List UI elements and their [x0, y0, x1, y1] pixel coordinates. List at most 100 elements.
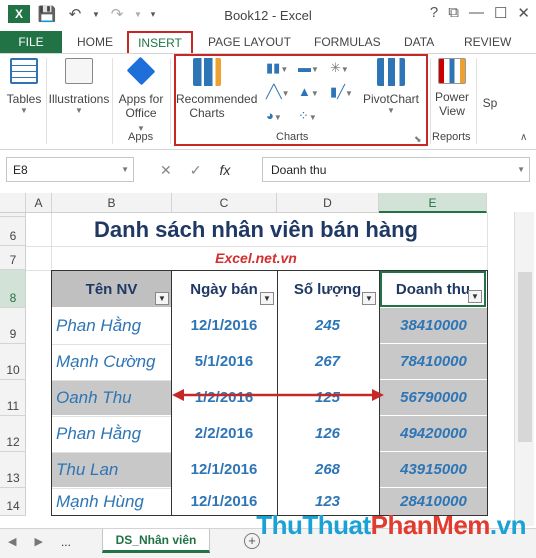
group-label-apps: Apps — [128, 131, 154, 143]
row-header-14[interactable]: 14 — [0, 488, 26, 516]
cell-ngay-ban[interactable]: 12/1/2016 — [172, 308, 276, 343]
tab-insert[interactable]: INSERT — [127, 31, 193, 54]
tab-page-layout[interactable]: PAGE LAYOUT — [208, 33, 291, 53]
cell-so-luong[interactable]: 245 — [277, 308, 378, 343]
cell-so-luong[interactable]: 267 — [277, 344, 378, 379]
row-header-9[interactable]: 9 — [0, 308, 26, 344]
cancel-icon[interactable]: ✕ — [160, 162, 172, 179]
row-header-12[interactable]: 12 — [0, 416, 26, 452]
worksheet-grid[interactable]: A B C D E 6 7 8 9 10 11 12 13 14 Danh sá… — [0, 193, 536, 528]
cell-doanh-thu[interactable]: 56790000 — [380, 380, 487, 415]
cell-ten-nv[interactable]: Oanh Thu — [52, 380, 171, 415]
close-button[interactable]: ✕ — [517, 4, 530, 22]
power-view-icon — [438, 58, 466, 84]
sheet-subtitle: Excel.net.vn — [215, 250, 297, 266]
sheet-navigation: ◀ ▶ ... — [8, 535, 71, 549]
cell-ten-nv[interactable]: Mạnh Hùng — [52, 488, 171, 515]
cell-ngay-ban[interactable]: 5/1/2016 — [172, 344, 276, 379]
ribbon-divider — [430, 58, 431, 144]
formula-bar: E8 ▼ ✕ ✓ fx Doanh thu ▼ — [0, 156, 536, 184]
enter-icon[interactable]: ✓ — [190, 162, 202, 179]
cell-so-luong[interactable]: 126 — [277, 416, 378, 451]
tab-home[interactable]: HOME — [77, 33, 113, 53]
name-box[interactable]: E8 ▼ — [6, 157, 134, 182]
sparklines-button[interactable]: Sp — [480, 96, 500, 110]
cell-ngay-ban[interactable]: 12/1/2016 — [172, 452, 276, 487]
tab-data[interactable]: DATA — [404, 33, 434, 53]
cell-ngay-ban[interactable]: 2/2/2016 — [172, 416, 276, 451]
double-arrow-icon — [172, 389, 384, 401]
grid-line — [26, 246, 487, 247]
column-header-e[interactable]: E — [379, 193, 487, 213]
apps-icon — [126, 56, 156, 86]
ribbon-divider — [170, 58, 171, 144]
filter-dropdown-icon[interactable]: ▼ — [362, 292, 376, 305]
cell-doanh-thu[interactable]: 43915000 — [380, 452, 487, 487]
collapse-ribbon-icon[interactable]: ∧ — [520, 132, 527, 143]
row-header-13[interactable]: 13 — [0, 452, 26, 488]
help-button[interactable]: ? — [430, 4, 438, 22]
insert-function-icon[interactable]: fx — [219, 162, 230, 178]
column-header-b[interactable]: B — [52, 193, 172, 213]
header-doanh-thu[interactable]: Doanh thu ▼ — [380, 271, 486, 307]
row-header-10[interactable]: 10 — [0, 344, 26, 380]
cell-doanh-thu[interactable]: 38410000 — [380, 308, 487, 343]
header-ngay-ban[interactable]: Ngày bán ▼ — [172, 271, 276, 307]
chevron-down-icon[interactable]: ▼ — [121, 165, 129, 174]
cell-ten-nv[interactable]: Thu Lan — [52, 452, 171, 487]
cell-doanh-thu[interactable]: 78410000 — [380, 344, 487, 379]
power-view-button[interactable]: Power View — [432, 56, 472, 118]
group-label-reports: Reports — [432, 131, 471, 143]
filter-dropdown-icon[interactable]: ▼ — [155, 292, 169, 305]
next-sheet-icon[interactable]: ▶ — [34, 535, 42, 549]
header-so-luong[interactable]: Số lượng ▼ — [277, 271, 378, 307]
row-header-8[interactable]: 8 — [0, 270, 26, 308]
sheet-tab-ds-nhan-vien[interactable]: DS_Nhân viên — [102, 529, 210, 553]
sheet-title: Danh sách nhân viên bán hàng — [94, 217, 418, 242]
table-icon — [10, 58, 38, 84]
illustrations-button[interactable]: Illustrations ▼ — [48, 56, 110, 115]
formula-controls: ✕ ✓ fx — [150, 159, 258, 181]
cell-ten-nv[interactable]: Phan Hằng — [52, 416, 171, 451]
previous-sheet-icon[interactable]: ◀ — [8, 535, 16, 549]
ribbon-display-button[interactable]: ⧉ — [448, 4, 459, 22]
watermark-logo: ThuThuatPhanMem.vn — [256, 510, 526, 540]
tab-formulas[interactable]: FORMULAS — [314, 33, 381, 53]
tables-button[interactable]: Tables ▼ — [4, 56, 44, 115]
row-header-11[interactable]: 11 — [0, 380, 26, 416]
title-bar: X 💾 ↶ ▼ ↷ ▼ ▾ Book12 - Excel ? ⧉ — ☐ ✕ — [0, 0, 536, 31]
chevron-down-icon: ▼ — [75, 106, 83, 115]
cell-ten-nv[interactable]: Phan Hằng — [52, 308, 171, 343]
minimize-button[interactable]: — — [469, 4, 484, 22]
illustrations-icon — [65, 58, 93, 84]
expand-formula-icon[interactable]: ▼ — [517, 165, 525, 174]
column-header-c[interactable]: C — [172, 193, 277, 213]
scroll-thumb[interactable] — [518, 272, 532, 442]
ribbon-divider — [46, 58, 47, 144]
cell-ten-nv[interactable]: Mạnh Cường — [52, 344, 171, 379]
ribbon-divider — [112, 58, 113, 144]
maximize-button[interactable]: ☐ — [494, 4, 507, 22]
select-all-corner[interactable] — [0, 193, 26, 213]
formula-input[interactable]: Doanh thu ▼ — [262, 157, 530, 182]
ribbon-tabs: FILE HOME INSERT PAGE LAYOUT FORMULAS DA… — [0, 31, 536, 54]
ribbon-divider — [476, 58, 477, 144]
filter-dropdown-icon[interactable]: ▼ — [260, 292, 274, 305]
apps-for-office-button[interactable]: Apps for Office ▼ — [116, 56, 166, 134]
filter-dropdown-icon[interactable]: ▼ — [468, 290, 482, 303]
tab-review[interactable]: REVIEW — [464, 33, 511, 53]
vertical-scrollbar[interactable] — [514, 212, 534, 526]
column-header-a[interactable]: A — [26, 193, 52, 213]
cell-so-luong[interactable]: 268 — [277, 452, 378, 487]
row-header-7[interactable]: 7 — [0, 246, 26, 270]
more-sheets-button[interactable]: ... — [61, 535, 71, 549]
header-ten-nv[interactable]: Tên NV ▼ — [52, 271, 171, 307]
grid-line — [487, 213, 488, 516]
chevron-down-icon: ▼ — [20, 106, 28, 115]
window-controls: ? ⧉ — ☐ ✕ — [430, 4, 530, 22]
charts-group-highlight — [174, 54, 428, 146]
tab-file[interactable]: FILE — [0, 31, 62, 53]
row-header-6[interactable]: 6 — [0, 217, 26, 246]
cell-doanh-thu[interactable]: 49420000 — [380, 416, 487, 451]
column-header-d[interactable]: D — [277, 193, 379, 213]
